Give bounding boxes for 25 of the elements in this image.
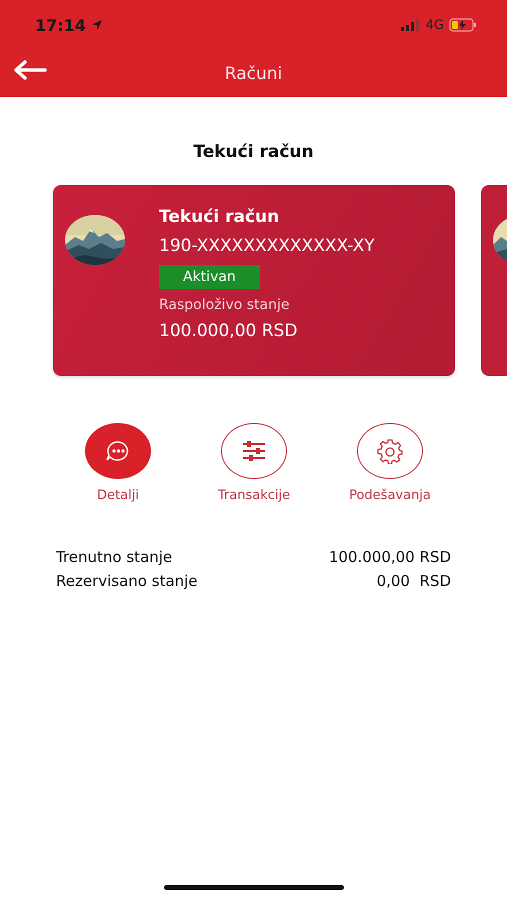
action-label: Detalji [97, 488, 139, 503]
action-label: Podešavanja [349, 488, 431, 503]
balance-label: Raspoloživo stanje [159, 297, 290, 313]
network-label: 4G [426, 18, 444, 32]
balance-row-label: Trenutno stanje [56, 548, 172, 566]
balance-row-value: 100.000,00 RSD [328, 548, 451, 566]
header-title: Računi [224, 64, 282, 84]
more-icon [105, 440, 131, 462]
location-arrow-icon [90, 19, 103, 31]
battery-icon [449, 18, 477, 32]
sliders-icon [241, 440, 267, 462]
account-name: Tekući račun [159, 206, 280, 229]
action-label: Transakcije [218, 488, 290, 503]
balance-row-value: 0,00 RSD [376, 572, 451, 590]
back-arrow-icon[interactable] [13, 60, 47, 80]
balance-amount: 100.000,00 RSD [159, 321, 298, 341]
section-title: Tekući račun [192, 142, 315, 162]
account-number: 190-XXXXXXXXXXXXX-XY [159, 235, 375, 258]
signal-icon [400, 19, 421, 31]
status-badge: Aktivan [159, 265, 260, 289]
balance-row-label: Rezervisano stanje [56, 572, 198, 590]
account-card[interactable]: Tekući račun 190-XXXXXXXXXXXXX-XY Aktivan Raspoloživo stanje 100.000,00 RSD [53, 185, 455, 376]
settings-icon [377, 438, 403, 464]
next-account-card[interactable] [481, 185, 507, 376]
status-time: 17:14 [35, 16, 86, 34]
